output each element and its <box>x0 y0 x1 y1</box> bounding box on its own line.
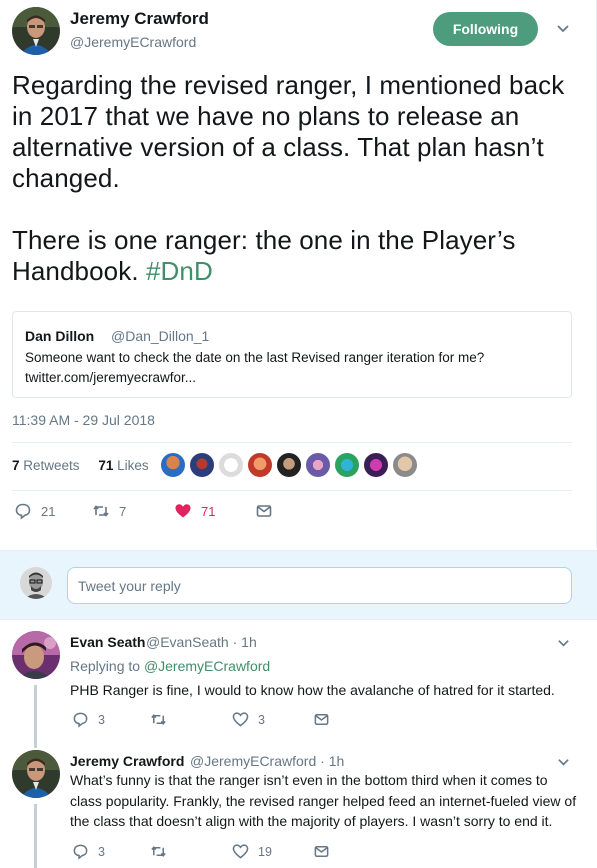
liker-avatar[interactable] <box>392 452 418 478</box>
reply-text: What’s funny is that the ranger isn’t ev… <box>70 772 577 829</box>
reply-author-name[interactable]: Jeremy Crawford <box>70 753 184 769</box>
reply-time[interactable]: · 1h <box>233 634 257 650</box>
reply-icon <box>73 844 88 860</box>
tweet-stats: 7 Retweets 71 Likes <box>12 458 149 473</box>
direct-message-button[interactable] <box>255 502 273 520</box>
quote-author-handle: @Dan_Dillon_1 <box>111 328 210 344</box>
reply-text: PHB Ranger is fine, I would to know how … <box>70 682 555 698</box>
chevron-down-icon[interactable] <box>556 22 570 36</box>
tweet-actions: 21 7 71 <box>0 502 597 528</box>
quote-body: Someone want to check the date on the la… <box>25 350 485 365</box>
direct-message-button[interactable] <box>313 843 330 860</box>
retweets-label: Retweets <box>23 458 80 473</box>
reply-button[interactable]: 3 <box>72 843 105 860</box>
direct-message-button[interactable] <box>313 711 330 728</box>
author-avatar[interactable] <box>12 7 60 55</box>
chevron-down-icon[interactable] <box>557 637 570 650</box>
reply-time[interactable]: · 1h <box>320 753 344 769</box>
reply-icon <box>73 712 88 728</box>
like-count: 71 <box>201 503 216 519</box>
like-count: 19 <box>258 844 272 859</box>
thread-connector <box>34 685 37 740</box>
reply-tweet[interactable]: Jeremy Crawford @JeremyECrawford · 1h Wh… <box>0 740 597 868</box>
reply-composer <box>0 550 597 620</box>
like-button[interactable]: 3 <box>232 711 265 728</box>
reply-author-handle[interactable]: @EvanSeath <box>146 634 229 650</box>
thread-connector <box>34 804 37 868</box>
author-name[interactable]: Jeremy Crawford <box>70 9 209 29</box>
reply-button[interactable]: 21 <box>14 502 55 520</box>
reply-icon <box>15 503 31 520</box>
liker-avatar[interactable] <box>218 452 244 478</box>
main-tweet: Jeremy Crawford @JeremyECrawford Followi… <box>0 0 597 548</box>
liker-avatar[interactable] <box>305 452 331 478</box>
heart-icon <box>232 844 249 859</box>
envelope-icon <box>314 846 329 857</box>
following-button[interactable]: Following <box>433 12 538 46</box>
author-handle[interactable]: @JeremyECrawford <box>70 34 196 50</box>
liker-avatar[interactable] <box>160 452 186 478</box>
liker-avatar[interactable] <box>363 452 389 478</box>
retweet-icon <box>151 846 166 857</box>
retweet-icon <box>151 714 166 725</box>
envelope-icon <box>256 505 272 517</box>
divider <box>12 442 572 443</box>
retweet-button[interactable] <box>150 843 176 860</box>
divider <box>12 490 572 491</box>
retweets-stat[interactable]: 7 Retweets <box>12 458 80 473</box>
quote-link: twitter.com/jeremyecrawfor... <box>25 370 197 385</box>
retweet-button[interactable]: 7 <box>92 502 126 520</box>
retweet-count: 7 <box>119 503 127 519</box>
hashtag-link[interactable]: #DnD <box>146 256 213 286</box>
replying-to-label: Replying to <box>70 658 141 674</box>
quote-author-name: Dan Dillon <box>25 328 95 344</box>
tweet-paragraph-2-text: There is one ranger: the one in the Play… <box>12 225 516 286</box>
chevron-down-icon[interactable] <box>557 756 570 769</box>
replying-to: Replying to @JeremyECrawford <box>70 658 270 674</box>
like-button[interactable]: 19 <box>232 843 272 860</box>
replying-to-mention[interactable]: @JeremyECrawford <box>144 658 270 674</box>
tweet-text: Regarding the revised ranger, I mentione… <box>12 70 587 287</box>
reply-button[interactable]: 3 <box>72 711 105 728</box>
liker-avatar[interactable] <box>189 452 215 478</box>
envelope-icon <box>314 714 329 725</box>
heart-icon <box>232 712 249 727</box>
likes-stat[interactable]: 71 Likes <box>98 458 148 473</box>
tweet-timestamp[interactable]: 11:39 AM - 29 Jul 2018 <box>12 412 155 428</box>
reply-author-name[interactable]: Evan Seath <box>70 634 145 650</box>
reply-author-handle[interactable]: @JeremyECrawford <box>190 753 316 769</box>
likers-avatars <box>160 452 418 478</box>
reply-count: 3 <box>98 844 105 859</box>
reply-author-avatar[interactable] <box>12 750 60 798</box>
tweet-paragraph-1: Regarding the revised ranger, I mentione… <box>12 70 565 193</box>
reply-input[interactable] <box>67 567 572 604</box>
reply-tweet[interactable]: Evan Seath @EvanSeath · 1h Replying to @… <box>0 621 597 740</box>
reply-count: 3 <box>98 712 105 727</box>
reply-author-meta: @JeremyECrawford · 1h <box>190 753 344 769</box>
retweets-count: 7 <box>12 458 20 473</box>
current-user-avatar <box>20 567 52 599</box>
reply-actions: 3 19 <box>70 843 570 863</box>
likes-count: 71 <box>98 458 114 473</box>
quote-text: Someone want to check the date on the la… <box>25 348 560 388</box>
reply-author-avatar[interactable] <box>12 631 60 679</box>
retweet-button[interactable] <box>150 711 176 728</box>
thread-connector <box>34 740 37 748</box>
reply-author-meta: @EvanSeath · 1h <box>146 634 257 650</box>
tweet-paragraph-2: There is one ranger: the one in the Play… <box>12 225 587 287</box>
liker-avatar[interactable] <box>247 452 273 478</box>
reply-actions: 3 3 <box>70 711 570 731</box>
retweet-icon <box>93 505 109 517</box>
quoted-tweet[interactable]: Dan Dillon @Dan_Dillon_1 Someone want to… <box>12 311 572 398</box>
reply-count: 21 <box>41 503 56 519</box>
like-count: 3 <box>258 712 265 727</box>
heart-icon <box>175 504 191 518</box>
likes-label: Likes <box>117 458 149 473</box>
liker-avatar[interactable] <box>334 452 360 478</box>
like-button[interactable]: 71 <box>174 502 215 520</box>
liker-avatar[interactable] <box>276 452 302 478</box>
